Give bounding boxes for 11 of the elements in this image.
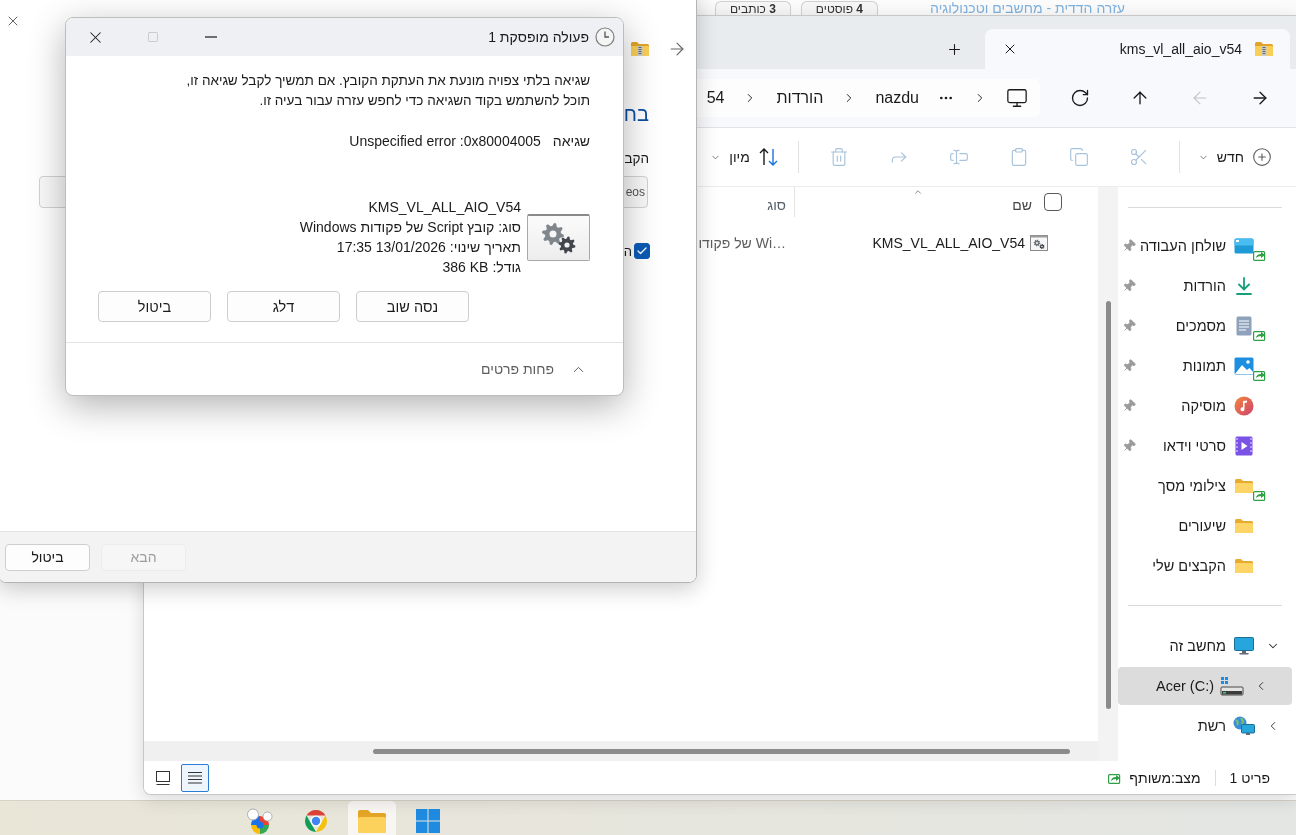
checkbox-label: ה [623, 243, 632, 259]
file-name-text: KMS_VL_ALL_AIO_V54 [872, 235, 1025, 251]
dialog-title: פעולה מופסקת 1 [488, 29, 589, 45]
error-message: שגיאה בלתי צפויה מונעת את העתקת הקובץ. אם תמשיך לקבל שגיאה זו, תוכל להשתמש בקוד השגיאה כדי לחפש עזרה עבור בעיה זו. [185, 72, 590, 110]
item-count-text: פריט 1 [1229, 769, 1270, 786]
file-detail-text: סוג: קובץ Script של פקודות Windows [299, 218, 521, 237]
share-state-text: מצב:משותף [1129, 769, 1201, 786]
dialog-heading: בח [623, 102, 649, 127]
file-type-text: …Wi של פקודו [698, 235, 787, 251]
file-name-text: KMS_VL_ALL_AIO_V54 [368, 198, 521, 217]
field-label: הקב [624, 150, 649, 168]
